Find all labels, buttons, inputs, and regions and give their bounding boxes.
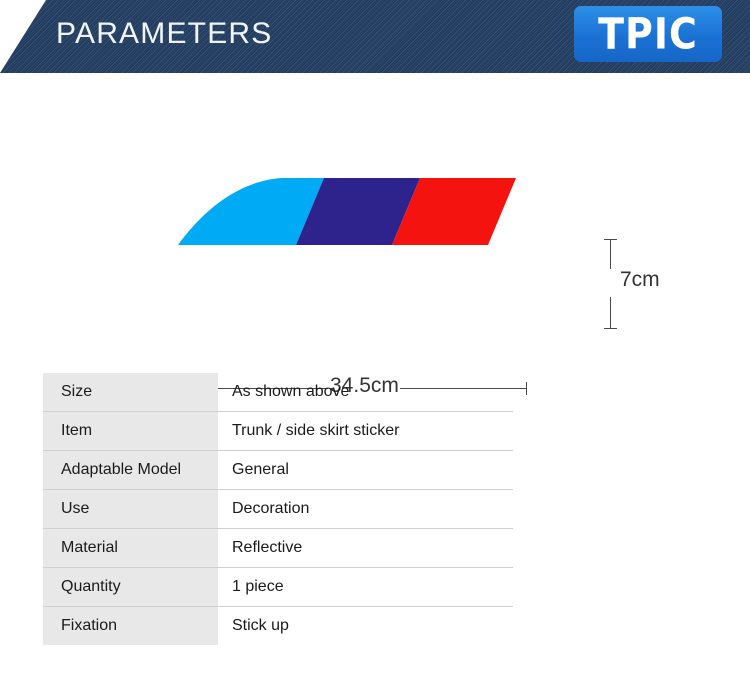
spec-label: Quantity bbox=[43, 568, 218, 606]
spec-value: Stick up bbox=[232, 617, 289, 634]
spec-label: Use bbox=[43, 490, 218, 528]
table-row: Quantity 1 piece bbox=[43, 568, 513, 607]
spec-label: Adaptable Model bbox=[43, 451, 218, 489]
spec-label: Size bbox=[43, 373, 218, 411]
page-header: PARAMETERS TPIC bbox=[0, 0, 750, 73]
sticker-image bbox=[178, 178, 516, 245]
spec-value: As shown above bbox=[232, 383, 350, 400]
height-dimension-label: 7cm bbox=[620, 268, 660, 291]
height-dimension: 7cm bbox=[598, 239, 668, 329]
table-row: Material Reflective bbox=[43, 529, 513, 568]
height-label-mask bbox=[604, 269, 620, 297]
product-figure: 7cm 34.5cm bbox=[0, 73, 750, 397]
brand-logo: TPIC bbox=[574, 6, 722, 62]
brand-logo-text: TPIC bbox=[598, 9, 698, 59]
height-cap-top bbox=[604, 239, 617, 240]
height-cap-bottom bbox=[604, 328, 617, 329]
table-row: Item Trunk / side skirt sticker bbox=[43, 412, 513, 451]
specification-table: Size As shown above Item Trunk / side sk… bbox=[43, 373, 513, 645]
table-row: Size As shown above bbox=[43, 373, 513, 412]
table-row: Use Decoration bbox=[43, 490, 513, 529]
spec-value: Decoration bbox=[232, 500, 310, 517]
spec-value: Reflective bbox=[232, 539, 303, 556]
spec-value: General bbox=[232, 461, 289, 478]
spec-label: Material bbox=[43, 529, 218, 567]
spec-value: Trunk / side skirt sticker bbox=[232, 422, 400, 439]
table-row: Fixation Stick up bbox=[43, 607, 513, 645]
spec-label: Item bbox=[43, 412, 218, 450]
spec-value: 1 piece bbox=[232, 578, 284, 595]
table-row: Adaptable Model General bbox=[43, 451, 513, 490]
spec-label: Fixation bbox=[43, 607, 218, 645]
page-title: PARAMETERS bbox=[56, 17, 273, 50]
width-cap-right bbox=[526, 382, 527, 395]
